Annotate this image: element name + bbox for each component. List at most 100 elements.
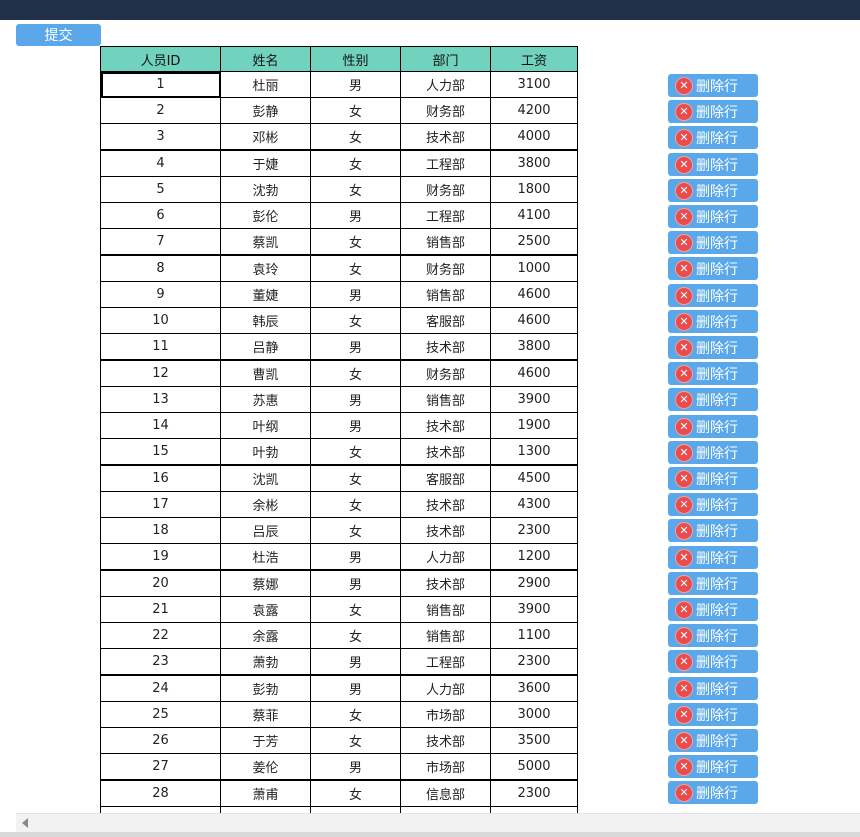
column-header-department[interactable]: 部门 — [400, 46, 491, 72]
cell-department[interactable]: 技术部 — [400, 412, 491, 439]
delete-row-button[interactable]: ✕ 删除行 — [668, 598, 758, 621]
cell-department[interactable]: 市场部 — [400, 701, 491, 728]
cell-name[interactable]: 彭静 — [220, 97, 311, 124]
delete-row-button[interactable]: ✕ 删除行 — [668, 231, 758, 254]
cell-salary[interactable]: 4300 — [490, 491, 578, 518]
cell-salary[interactable]: 3000 — [490, 701, 578, 728]
cell-department[interactable]: 销售部 — [400, 622, 491, 649]
cell-gender[interactable]: 男 — [310, 281, 401, 308]
cell-gender[interactable]: 女 — [310, 254, 401, 282]
delete-row-button[interactable]: ✕ 删除行 — [668, 493, 758, 516]
cell-name[interactable]: 蔡凯 — [220, 228, 311, 256]
cell-salary[interactable]: 1200 — [490, 543, 578, 571]
cell-name[interactable]: 余露 — [220, 622, 311, 649]
column-header-name[interactable]: 姓名 — [220, 46, 311, 72]
cell-salary[interactable]: 2500 — [490, 228, 578, 256]
cell-id[interactable]: 12 — [100, 359, 221, 387]
cell-name[interactable]: 萧甫 — [220, 779, 311, 807]
cell-department[interactable]: 工程部 — [400, 648, 491, 676]
cell-salary[interactable]: 1900 — [490, 412, 578, 439]
cell-id[interactable]: 19 — [100, 543, 221, 571]
cell-id[interactable]: 23 — [100, 648, 221, 676]
cell-gender[interactable]: 女 — [310, 359, 401, 387]
cell-id[interactable]: 22 — [100, 622, 221, 649]
cell-salary[interactable]: 1300 — [490, 438, 578, 466]
cell-id[interactable]: 14 — [100, 412, 221, 439]
column-header-gender[interactable]: 性别 — [310, 46, 401, 72]
delete-row-button[interactable]: ✕ 删除行 — [668, 467, 758, 490]
cell-name[interactable]: 彭伦 — [220, 202, 311, 229]
cell-salary[interactable]: 4500 — [490, 464, 578, 492]
cell-id[interactable]: 1 — [100, 71, 221, 98]
delete-row-button[interactable]: ✕ 删除行 — [668, 624, 758, 647]
delete-row-button[interactable]: ✕ 删除行 — [668, 284, 758, 307]
cell-department[interactable]: 人力部 — [400, 543, 491, 571]
cell-name[interactable]: 余彬 — [220, 491, 311, 518]
delete-row-button[interactable]: ✕ 删除行 — [668, 388, 758, 411]
cell-department[interactable]: 财务部 — [400, 176, 491, 203]
cell-gender[interactable]: 男 — [310, 386, 401, 413]
cell-id[interactable]: 25 — [100, 701, 221, 728]
cell-name[interactable]: 叶纲 — [220, 412, 311, 439]
cell-name[interactable]: 董婕 — [220, 281, 311, 308]
cell-department[interactable]: 销售部 — [400, 386, 491, 413]
delete-row-button[interactable]: ✕ 删除行 — [668, 703, 758, 726]
cell-name[interactable]: 袁玲 — [220, 254, 311, 282]
cell-gender[interactable]: 女 — [310, 228, 401, 256]
cell-department[interactable]: 财务部 — [400, 254, 491, 282]
horizontal-scrollbar[interactable] — [16, 813, 860, 832]
cell-gender[interactable]: 男 — [310, 202, 401, 229]
cell-department[interactable]: 技术部 — [400, 123, 491, 151]
cell-salary[interactable]: 1000 — [490, 254, 578, 282]
cell-id[interactable]: 17 — [100, 491, 221, 518]
delete-row-button[interactable]: ✕ 删除行 — [668, 415, 758, 438]
cell-salary[interactable]: 4000 — [490, 123, 578, 151]
cell-department[interactable]: 信息部 — [400, 779, 491, 807]
cell-department[interactable]: 销售部 — [400, 228, 491, 256]
cell-gender[interactable]: 女 — [310, 464, 401, 492]
cell-id[interactable]: 10 — [100, 307, 221, 334]
cell-department[interactable]: 人力部 — [400, 71, 491, 98]
scroll-left-icon[interactable] — [22, 818, 28, 828]
cell-id[interactable]: 2 — [100, 97, 221, 124]
delete-row-button[interactable]: ✕ 删除行 — [668, 546, 758, 569]
delete-row-button[interactable]: ✕ 删除行 — [668, 729, 758, 752]
cell-name[interactable]: 叶勃 — [220, 438, 311, 466]
delete-row-button[interactable]: ✕ 删除行 — [668, 126, 758, 149]
delete-row-button[interactable]: ✕ 删除行 — [668, 74, 758, 97]
cell-id[interactable]: 26 — [100, 727, 221, 754]
cell-gender[interactable]: 女 — [310, 701, 401, 728]
cell-id[interactable]: 6 — [100, 202, 221, 229]
cell-name[interactable]: 杜丽 — [220, 71, 311, 98]
cell-gender[interactable]: 男 — [310, 753, 401, 781]
cell-id[interactable]: 20 — [100, 569, 221, 597]
cell-name[interactable]: 邓彬 — [220, 123, 311, 151]
delete-row-button[interactable]: ✕ 删除行 — [668, 153, 758, 176]
delete-row-button[interactable]: ✕ 删除行 — [668, 572, 758, 595]
cell-gender[interactable]: 女 — [310, 97, 401, 124]
cell-name[interactable]: 吕静 — [220, 333, 311, 361]
delete-row-button[interactable]: ✕ 删除行 — [668, 781, 758, 804]
delete-row-button[interactable]: ✕ 删除行 — [668, 179, 758, 202]
cell-name[interactable]: 姜伦 — [220, 753, 311, 781]
cell-salary[interactable]: 3100 — [490, 71, 578, 98]
cell-id[interactable]: 4 — [100, 149, 221, 177]
cell-id[interactable]: 9 — [100, 281, 221, 308]
cell-department[interactable]: 人力部 — [400, 674, 491, 702]
cell-name[interactable]: 韩辰 — [220, 307, 311, 334]
delete-row-button[interactable]: ✕ 删除行 — [668, 362, 758, 385]
cell-id[interactable]: 28 — [100, 779, 221, 807]
delete-row-button[interactable]: ✕ 删除行 — [668, 205, 758, 228]
cell-name[interactable]: 杜浩 — [220, 543, 311, 571]
delete-row-button[interactable]: ✕ 删除行 — [668, 100, 758, 123]
cell-salary[interactable]: 3900 — [490, 596, 578, 623]
cell-name[interactable]: 吕辰 — [220, 517, 311, 544]
cell-salary[interactable]: 2300 — [490, 648, 578, 676]
cell-gender[interactable]: 女 — [310, 149, 401, 177]
delete-row-button[interactable]: ✕ 删除行 — [668, 519, 758, 542]
cell-department[interactable]: 销售部 — [400, 596, 491, 623]
cell-salary[interactable]: 3900 — [490, 386, 578, 413]
cell-id[interactable]: 21 — [100, 596, 221, 623]
cell-id[interactable]: 11 — [100, 333, 221, 361]
cell-gender[interactable]: 女 — [310, 491, 401, 518]
